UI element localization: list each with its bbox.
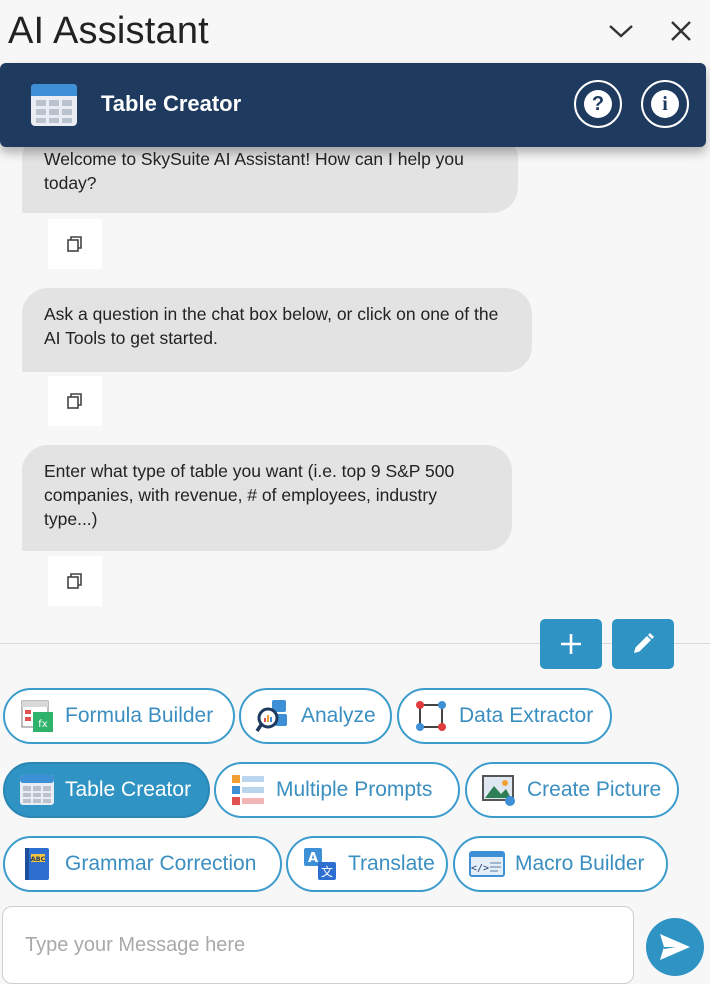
translate-icon: A 文: [304, 848, 336, 880]
tool-label: Data Extractor: [459, 704, 594, 727]
tool-macro-builder[interactable]: </> Macro Builder: [453, 836, 668, 892]
close-button[interactable]: [664, 14, 698, 48]
create-picture-icon: [482, 775, 515, 806]
tool-analyze[interactable]: Analyze: [239, 688, 392, 744]
tool-header: Table Creator ? i: [0, 63, 706, 147]
formula-builder-icon: fx: [21, 700, 53, 732]
tool-title: Table Creator: [101, 91, 242, 116]
chat-area[interactable]: Welcome to SkySuite AI Assistant! How ca…: [0, 147, 710, 643]
tool-data-extractor[interactable]: Data Extractor: [397, 688, 612, 744]
copy-icon: [67, 236, 82, 252]
plus-icon: [561, 634, 581, 654]
tool-label: Multiple Prompts: [276, 778, 433, 801]
close-icon: [671, 21, 691, 41]
tool-label: Analyze: [301, 704, 376, 727]
copy-button[interactable]: [48, 556, 102, 606]
grammar-book-icon: ABC: [25, 848, 49, 880]
copy-icon: [67, 393, 82, 409]
tool-grammar-correction[interactable]: ABC Grammar Correction: [3, 836, 282, 892]
collapse-button[interactable]: [604, 14, 638, 48]
copy-icon: [67, 573, 82, 589]
send-button[interactable]: [646, 918, 704, 976]
info-button[interactable]: i: [641, 80, 689, 128]
svg-text:fx: fx: [38, 719, 48, 730]
tool-label: Formula Builder: [65, 704, 214, 727]
tool-label: Table Creator: [65, 778, 192, 801]
table-icon: [31, 84, 77, 126]
new-chat-button[interactable]: [540, 619, 602, 669]
info-icon: i: [651, 90, 679, 118]
help-button[interactable]: ?: [574, 80, 622, 128]
app-title: AI Assistant: [8, 10, 209, 52]
data-extractor-icon: [416, 701, 446, 731]
tool-label: Create Picture: [527, 778, 662, 801]
tool-table-creator[interactable]: Table Creator: [3, 762, 210, 818]
message-text: Welcome to SkySuite AI Assistant! How ca…: [44, 149, 464, 193]
tool-label: Translate: [348, 852, 435, 875]
svg-text:</>: </>: [471, 863, 489, 874]
message-input[interactable]: [2, 906, 634, 984]
table-icon: [20, 775, 54, 805]
tool-translate[interactable]: A 文 Translate: [286, 836, 448, 892]
svg-text:ABC: ABC: [31, 855, 46, 863]
tool-label: Macro Builder: [515, 852, 645, 875]
tool-formula-builder[interactable]: fx Formula Builder: [3, 688, 235, 744]
copy-button[interactable]: [48, 219, 102, 269]
chevron-down-icon: [609, 25, 633, 38]
edit-button[interactable]: [612, 619, 674, 669]
message-text: Ask a question in the chat box below, or…: [44, 304, 499, 348]
svg-text:文: 文: [321, 864, 333, 879]
macro-code-icon: </>: [469, 851, 505, 877]
pencil-icon: [634, 633, 654, 653]
assistant-message: Enter what type of table you want (i.e. …: [22, 445, 512, 551]
copy-button[interactable]: [48, 376, 102, 426]
tool-create-picture[interactable]: Create Picture: [465, 762, 679, 818]
assistant-message: Welcome to SkySuite AI Assistant! How ca…: [22, 147, 518, 213]
title-bar: AI Assistant: [0, 0, 710, 62]
svg-text:A: A: [308, 851, 318, 866]
multiple-prompts-icon: [232, 775, 264, 805]
assistant-message: Ask a question in the chat box below, or…: [22, 288, 532, 372]
send-icon: [660, 934, 690, 960]
tool-multiple-prompts[interactable]: Multiple Prompts: [214, 762, 460, 818]
analyze-icon: [255, 700, 287, 732]
help-icon: ?: [584, 90, 612, 118]
tool-label: Grammar Correction: [65, 852, 257, 875]
message-text: Enter what type of table you want (i.e. …: [44, 461, 455, 529]
divider: [0, 643, 710, 644]
